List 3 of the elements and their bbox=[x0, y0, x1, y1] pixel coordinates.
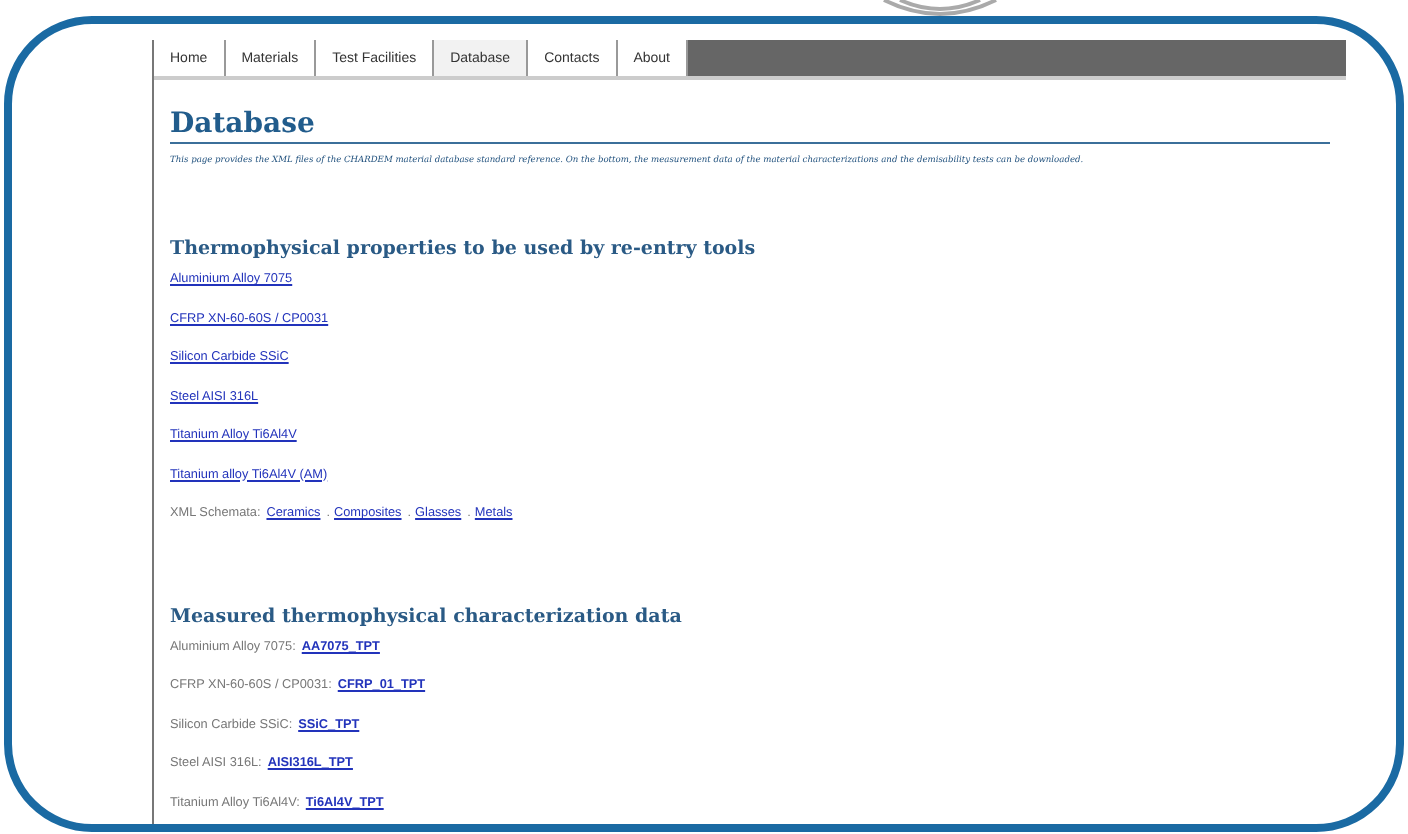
section-heading: Measured thermophysical characterization data bbox=[170, 605, 684, 627]
section-heading: Thermophysical properties to be used by re-entry tools bbox=[170, 238, 758, 260]
page-title: Database bbox=[170, 108, 1330, 144]
